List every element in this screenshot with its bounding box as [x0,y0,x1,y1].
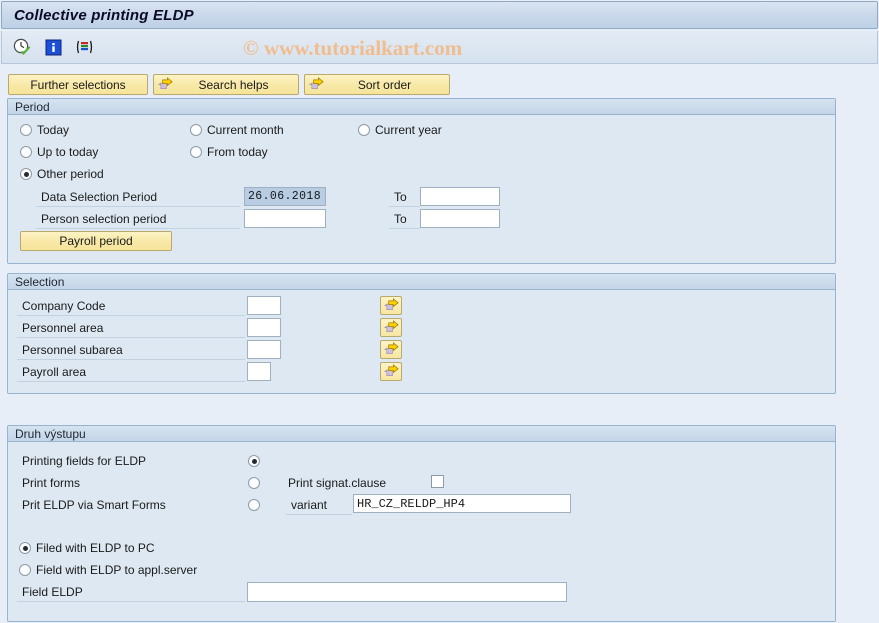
label-underline [36,206,240,207]
radio-current-year[interactable]: Current year [358,123,442,137]
selection-group: Selection Company Code Personnel area Pe… [7,273,836,394]
print-eldp-via-smart-forms-label: Prit ELDP via Smart Forms [22,498,166,512]
radio-field-with-eldp-to-appl-server-indicator[interactable] [19,564,31,576]
radio-print-eldp-via-smart-forms[interactable] [248,499,260,511]
label-underline [17,359,245,360]
field-eldp-input[interactable] [247,582,567,602]
print-signature-clause-label: Print signat.clause [288,476,387,490]
data-selection-period-from-input[interactable] [244,187,326,206]
label-underline [17,337,245,338]
company-code-label: Company Code [22,299,106,313]
personnel-area-input[interactable] [247,318,281,337]
print-signature-clause-checkbox[interactable] [431,475,444,488]
radio-up-to-today-indicator[interactable] [20,146,32,158]
execute-with-variant-icon[interactable] [11,36,33,58]
label-underline [17,381,245,382]
arrow-right-icon [158,77,173,90]
label-underline [389,228,420,229]
personnel-area-multiselect-button[interactable] [380,318,402,337]
radio-other-period[interactable]: Other period [20,167,104,181]
arrow-right-icon [383,364,399,377]
data-selection-period-label: Data Selection Period [41,190,158,204]
output-type-group-title: Druh výstupu [8,426,835,442]
radio-current-month-indicator[interactable] [190,124,202,136]
person-selection-period-to-input[interactable] [420,209,500,228]
label-underline [17,601,245,602]
sort-order-button[interactable]: Sort order [304,74,450,95]
radio-current-year-label: Current year [375,123,442,137]
label-underline [389,206,420,207]
radio-field-with-eldp-to-appl-server[interactable]: Field with ELDP to appl.server [19,563,197,577]
radio-other-period-label: Other period [37,167,104,181]
variant-label: variant [291,498,328,512]
personnel-subarea-input[interactable] [247,340,281,359]
period-group: Period Today Current month Current year … [7,98,836,264]
arrow-right-icon [383,320,399,333]
selection-action-buttons: Further selections Search helps Sort ord… [8,74,450,95]
radio-from-today-label: From today [207,145,268,159]
personnel-subarea-multiselect-button[interactable] [380,340,402,359]
radio-up-to-today[interactable]: Up to today [20,145,98,159]
personnel-area-label: Personnel area [22,321,104,335]
data-selection-period-to-label: To [394,190,407,204]
arrow-right-icon [383,342,399,355]
radio-filed-with-eldp-to-pc-label: Filed with ELDP to PC [36,541,155,555]
period-group-title: Period [8,99,835,115]
application-toolbar [1,31,878,64]
radio-today[interactable]: Today [20,123,69,137]
output-type-group: Druh výstupu Printing fields for ELDP Pr… [7,425,836,622]
radio-up-to-today-label: Up to today [37,145,99,159]
payroll-area-input[interactable] [247,362,271,381]
radio-today-indicator[interactable] [20,124,32,136]
print-forms-label: Print forms [22,476,81,490]
company-code-multiselect-button[interactable] [380,296,402,315]
company-code-input[interactable] [247,296,281,315]
radio-other-period-indicator[interactable] [20,168,32,180]
data-selection-period-to-input[interactable] [420,187,500,206]
further-selections-button[interactable]: Further selections [8,74,148,95]
page-title: Collective printing ELDP [14,6,194,24]
information-icon[interactable] [42,36,64,58]
radio-print-forms[interactable] [248,477,260,489]
selection-group-title: Selection [8,274,835,290]
person-selection-period-label: Person selection period [41,212,167,226]
sort-order-label: Sort order [357,77,412,92]
arrow-right-icon [309,77,324,90]
radio-current-month-label: Current month [207,123,284,137]
search-helps-button[interactable]: Search helps [153,74,299,95]
radio-printing-fields-for-eldp[interactable] [248,455,260,467]
label-underline [36,228,240,229]
radio-from-today[interactable]: From today [190,145,268,159]
radio-from-today-indicator[interactable] [190,146,202,158]
label-underline [286,514,352,515]
personnel-subarea-label: Personnel subarea [22,343,123,357]
window-title-bar: Collective printing ELDP [1,1,878,29]
radio-current-month[interactable]: Current month [190,123,284,137]
person-selection-period-from-input[interactable] [244,209,326,228]
radio-current-year-indicator[interactable] [358,124,370,136]
radio-field-with-eldp-to-appl-server-label: Field with ELDP to appl.server [36,563,198,577]
printing-fields-for-eldp-label: Printing fields for ELDP [22,454,147,468]
payroll-period-button[interactable]: Payroll period [20,231,172,251]
payroll-area-label: Payroll area [22,365,87,379]
radio-filed-with-eldp-to-pc-indicator[interactable] [19,542,31,554]
radio-filed-with-eldp-to-pc[interactable]: Filed with ELDP to PC [19,541,155,555]
payroll-period-label: Payroll period [59,234,133,248]
variant-input[interactable] [353,494,571,513]
radio-today-label: Today [37,123,70,137]
label-underline [17,315,245,316]
person-selection-period-to-label: To [394,212,407,226]
multiple-selection-icon[interactable] [73,36,95,58]
further-selections-label: Further selections [30,77,126,92]
payroll-area-multiselect-button[interactable] [380,362,402,381]
arrow-right-icon [383,298,399,311]
field-eldp-label: Field ELDP [22,585,83,599]
search-helps-label: Search helps [198,77,269,92]
